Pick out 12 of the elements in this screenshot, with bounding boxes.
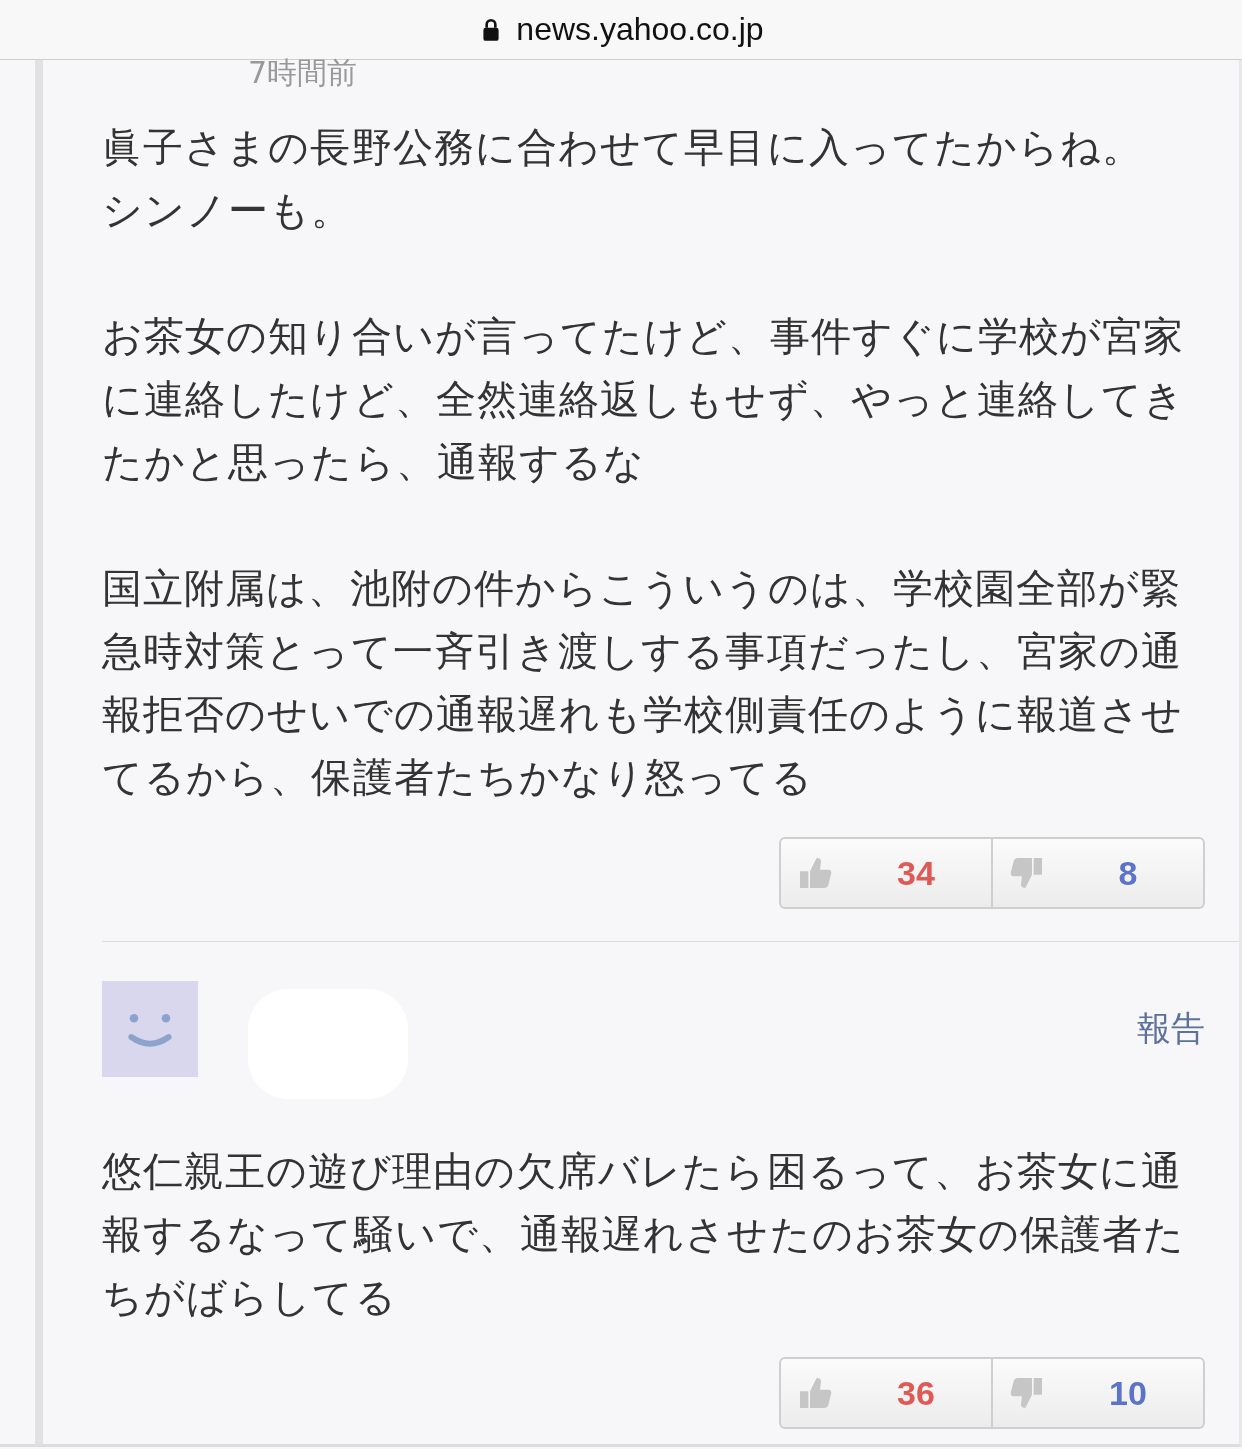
report-link[interactable]: 報告 [1137,1006,1205,1052]
like-button[interactable]: 34 [779,837,992,909]
dislike-button[interactable]: 10 [992,1357,1205,1429]
timestamp: 7時間前 [248,60,359,86]
comment-text: シンノーも。 [102,186,354,235]
comment-text: 眞子さまの長野公務に合わせて早目に入ってたからね。 [102,123,1145,172]
url-text: news.yahoo.co.jp [516,11,764,48]
comment-text: 悠仁親王の遊び理由の欠席バレたら困るって、お茶女に通報するなって騒いで、通報遅れさせたのお茶女の保護者たちがばらしてる [102,1147,1187,1322]
dislike-button[interactable]: 8 [992,837,1205,909]
comment-text: お茶女の知り合いが言ってたけど、事件すぐに学校が宮家に連絡したけど、全然連絡返しもせず、やっと連絡してきたかと思ったら、通報するな [102,312,1187,487]
like-button[interactable]: 36 [779,1357,992,1429]
comment-text: 国立附属は、池附の件からこういうのは、学校園全部が緊急時対策とって一斉引き渡しする事項だったし、宮家の通報拒否のせいでの通報遅れも学校側責任のように報道させてるから、保護者たちかなり怒ってる [102,564,1185,802]
